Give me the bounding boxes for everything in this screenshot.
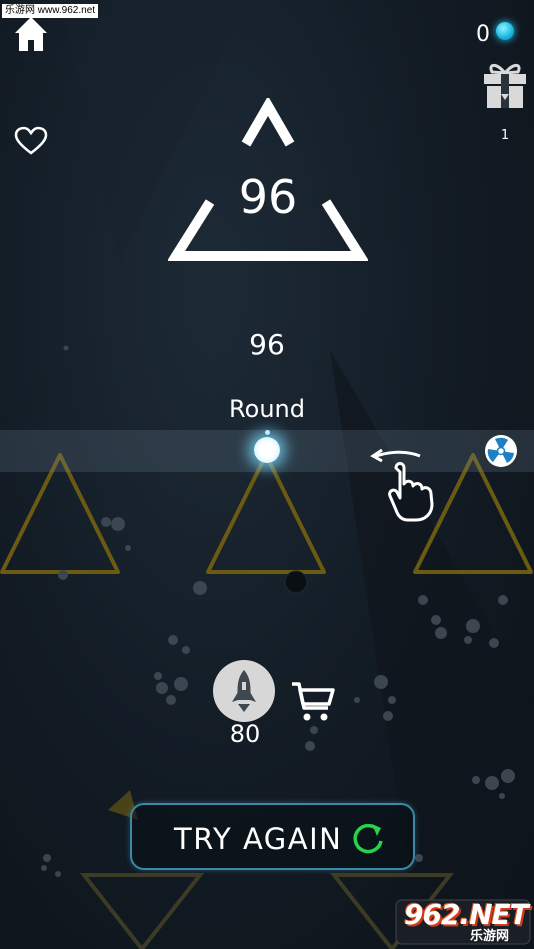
obstacle-triangle — [0, 453, 120, 574]
refresh-icon — [353, 823, 383, 854]
fan-icon[interactable] — [483, 433, 519, 469]
ball-trail-dot — [265, 430, 270, 435]
gift-icon — [484, 63, 526, 108]
score-value: 96 — [249, 328, 285, 361]
gift-count: 1 — [500, 128, 510, 143]
cart-icon — [292, 682, 335, 721]
hole — [284, 570, 308, 594]
logo-score: 96 — [238, 170, 298, 224]
shop-cart-button[interactable] — [290, 680, 336, 724]
gem-count: 0 — [476, 22, 490, 47]
home-button[interactable] — [12, 14, 50, 54]
player-ball — [254, 437, 280, 463]
rocket-icon — [232, 670, 256, 712]
obstacle-triangle — [206, 453, 326, 574]
try-again-button[interactable]: TRY AGAIN — [130, 803, 415, 870]
gift-button[interactable] — [482, 58, 528, 110]
site-logo-sub: 乐游网 — [470, 929, 510, 944]
round-label: Round — [229, 395, 305, 423]
try-again-label: TRY AGAIN — [174, 822, 343, 856]
rocket-boost-button[interactable] — [213, 660, 275, 722]
rocket-price: 80 — [229, 720, 261, 748]
heart-icon — [14, 126, 48, 155]
obstacle-triangle — [79, 873, 205, 949]
home-icon — [15, 17, 47, 51]
site-logo-brand: 962.NET — [404, 898, 529, 931]
swipe-hand-icon — [370, 448, 434, 522]
heart-button[interactable] — [14, 126, 48, 156]
gem-icon — [496, 22, 514, 40]
